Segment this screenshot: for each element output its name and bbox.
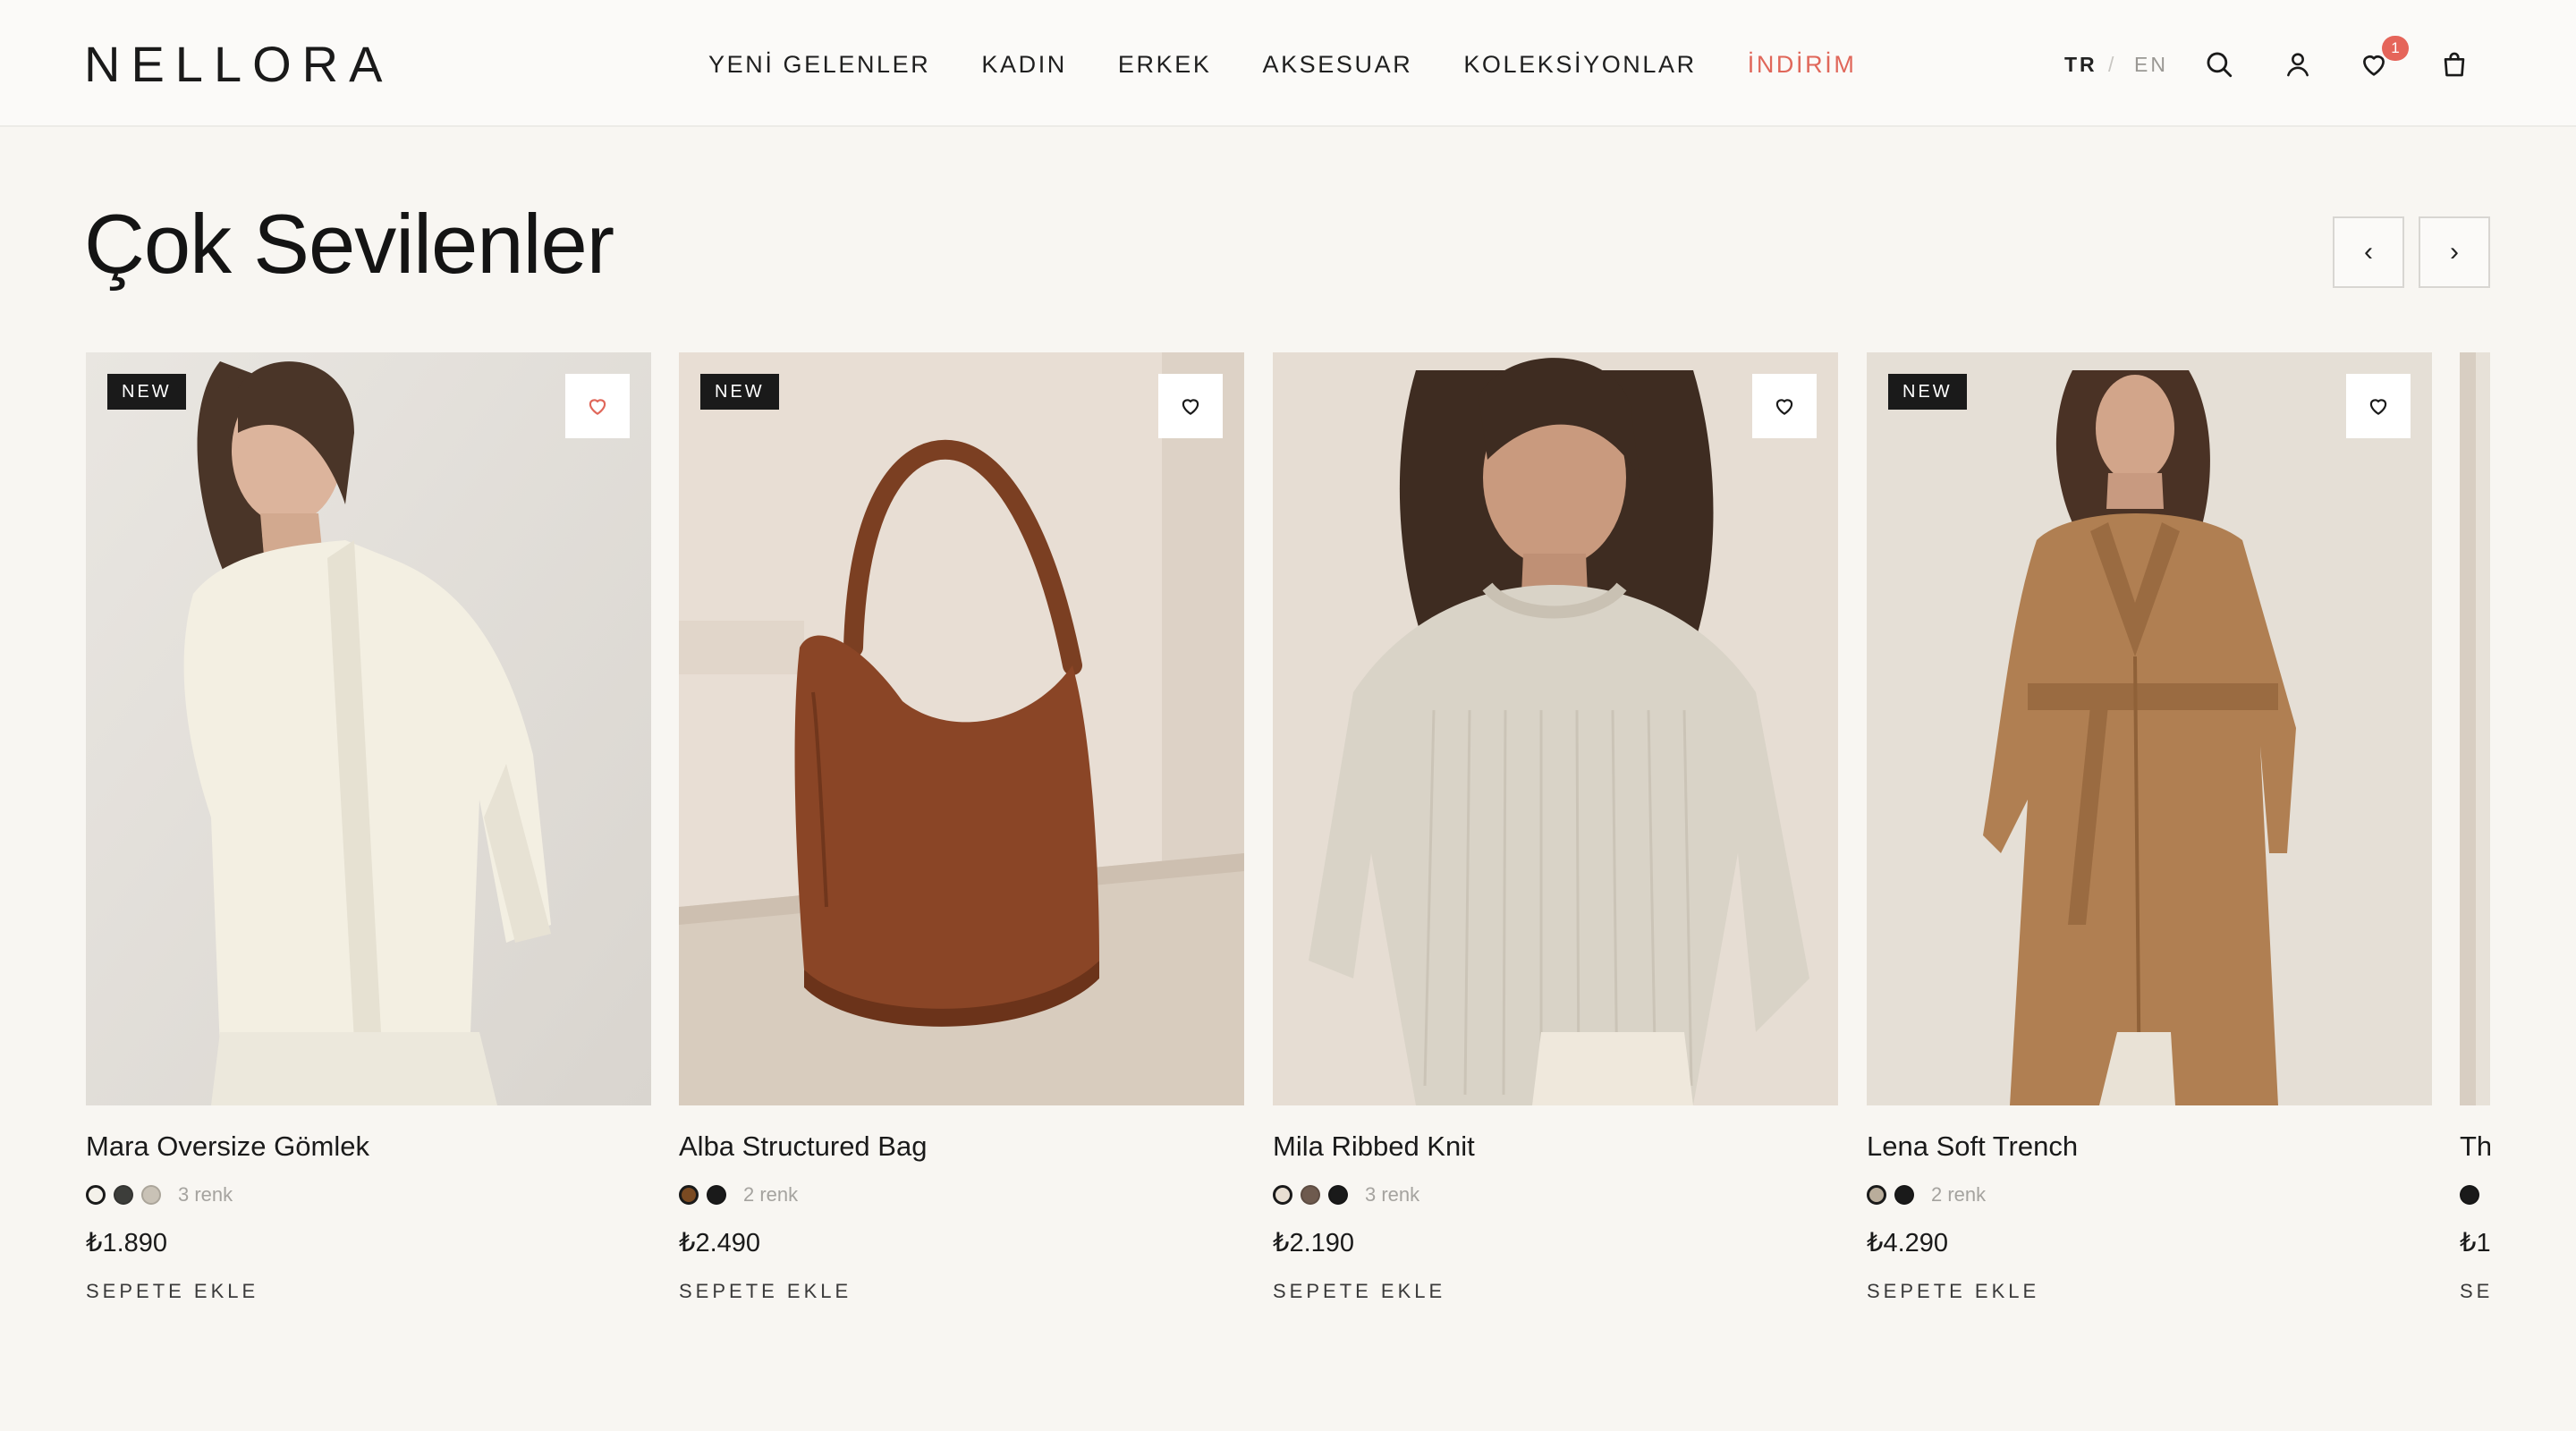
product-card[interactable]: Mila Ribbed Knit 3 renk ₺2.190 SEPETE EK… (1273, 352, 1838, 1336)
new-badge: NEW (700, 374, 779, 410)
add-to-cart-button[interactable]: SE (2460, 1279, 2490, 1304)
product-name[interactable]: Lena Soft Trench (1867, 1129, 2078, 1164)
carousel-prev-button[interactable]: ‹ (2333, 216, 2404, 288)
product-image-bag[interactable] (679, 352, 1244, 1105)
user-icon[interactable] (2279, 46, 2317, 83)
color-count-label: 3 renk (178, 1183, 233, 1206)
product-price: ₺1. (2460, 1229, 2490, 1257)
product-price: ₺1.890 (86, 1229, 168, 1257)
product-card[interactable]: NEW Mara Oversize Gömlek 3 renk ₺1.890 S… (86, 352, 651, 1336)
color-swatch[interactable] (1301, 1185, 1320, 1205)
product-name[interactable]: Alba Structured Bag (679, 1129, 927, 1164)
section-title: Çok Sevilenler (84, 197, 614, 291)
new-badge: NEW (107, 374, 186, 410)
carousel-next-button[interactable]: › (2419, 216, 2490, 288)
product-image-knit[interactable] (1273, 352, 1838, 1105)
product-name[interactable]: Mila Ribbed Knit (1273, 1129, 1475, 1164)
color-swatches: 3 renk (1273, 1184, 1419, 1206)
nav-item-accessories[interactable]: AKSESUAR (1262, 47, 1412, 82)
product-image-trench[interactable] (1867, 352, 2432, 1105)
nav-item-collections[interactable]: KOLEKSİYONLAR (1463, 47, 1696, 82)
color-swatch[interactable] (1273, 1185, 1292, 1205)
favorite-heart-icon[interactable] (2346, 374, 2411, 438)
add-to-cart-button[interactable]: SEPETE EKLE (86, 1279, 258, 1304)
product-price: ₺2.490 (679, 1229, 761, 1257)
nav-item-women[interactable]: KADIN (981, 47, 1067, 82)
product-price: ₺2.190 (1273, 1229, 1355, 1257)
nav-item-men[interactable]: ERKEK (1118, 47, 1212, 82)
color-swatch[interactable] (1894, 1185, 1914, 1205)
lang-en-button[interactable]: EN (2134, 51, 2168, 78)
nav-item-sale[interactable]: İNDİRİM (1748, 47, 1857, 82)
color-swatches: 3 renk (86, 1184, 233, 1206)
product-card[interactable]: Th ₺1. SE (2460, 352, 2490, 1336)
color-swatch[interactable] (114, 1185, 133, 1205)
color-swatch[interactable] (86, 1185, 106, 1205)
product-name[interactable]: Th (2460, 1129, 2490, 1164)
color-swatch[interactable] (2460, 1185, 2479, 1205)
search-icon[interactable] (2200, 46, 2238, 83)
color-swatch[interactable] (141, 1185, 161, 1205)
product-card[interactable]: NEW Alba Structured Bag 2 renk ₺2.490 SE… (679, 352, 1244, 1336)
color-swatch[interactable] (1867, 1185, 1886, 1205)
add-to-cart-button[interactable]: SEPETE EKLE (679, 1279, 852, 1304)
color-count-label: 2 renk (743, 1183, 799, 1206)
color-swatches: 2 renk (679, 1184, 798, 1206)
product-image-partial[interactable] (2460, 352, 2490, 1105)
color-swatch[interactable] (707, 1185, 726, 1205)
bag-icon[interactable] (2436, 46, 2473, 83)
color-swatches (2460, 1184, 2479, 1206)
product-price: ₺4.290 (1867, 1229, 1949, 1257)
favorite-heart-icon[interactable] (565, 374, 630, 438)
brand-logo[interactable]: NELLORA (84, 39, 393, 89)
add-to-cart-button[interactable]: SEPETE EKLE (1273, 1279, 1445, 1304)
color-swatches: 2 renk (1867, 1184, 1986, 1206)
product-carousel: NEW Mara Oversize Gömlek 3 renk ₺1.890 S… (86, 352, 2490, 1336)
add-to-cart-button[interactable]: SEPETE EKLE (1867, 1279, 2039, 1304)
favorite-heart-icon[interactable] (1752, 374, 1817, 438)
new-badge: NEW (1888, 374, 1967, 410)
main-nav: YENİ GELENLER KADIN ERKEK AKSESUAR KOLEK… (708, 47, 1856, 82)
color-count-label: 2 renk (1931, 1183, 1987, 1206)
lang-separator: / (2108, 53, 2117, 76)
nav-item-new-arrivals[interactable]: YENİ GELENLER (708, 47, 930, 82)
favorite-heart-icon[interactable] (1158, 374, 1223, 438)
site-header: NELLORA YENİ GELENLER KADIN ERKEK AKSESU… (0, 0, 2576, 127)
lang-tr-button[interactable]: TR (2064, 51, 2097, 78)
wishlist-count-badge: 1 (2382, 36, 2409, 61)
color-swatch[interactable] (679, 1185, 699, 1205)
color-count-label: 3 renk (1365, 1183, 1420, 1206)
product-image-shirt[interactable] (86, 352, 651, 1105)
product-card[interactable]: NEW Lena Soft Trench 2 renk ₺4.290 SEPET… (1867, 352, 2432, 1336)
product-name[interactable]: Mara Oversize Gömlek (86, 1129, 369, 1164)
color-swatch[interactable] (1328, 1185, 1348, 1205)
